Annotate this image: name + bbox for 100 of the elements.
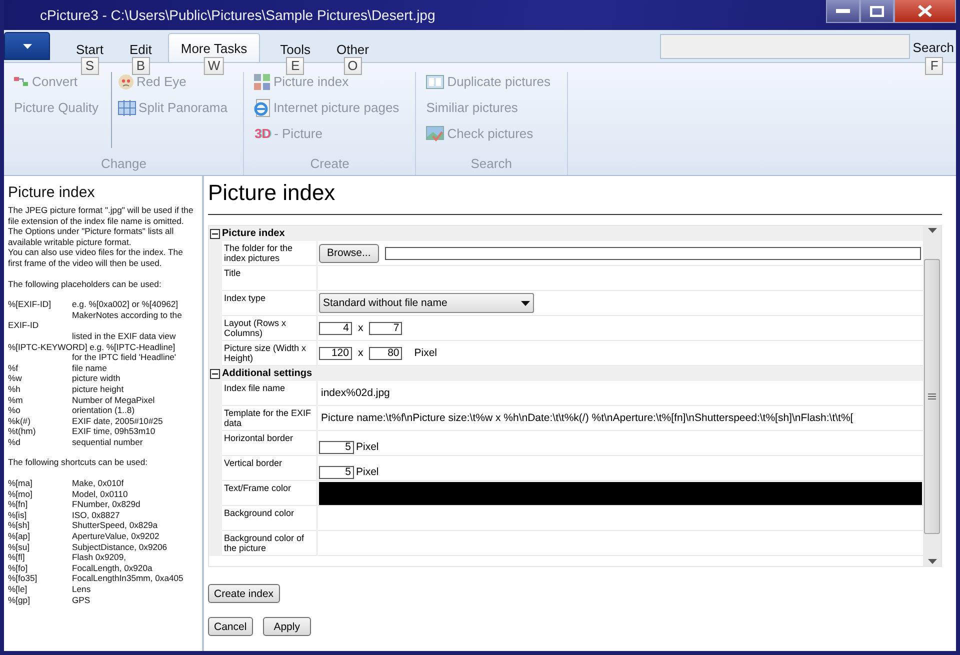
property-label: The folder for the index pictures (222, 241, 318, 266)
placeholder-description: file name (72, 362, 108, 374)
placeholder-code: %f (8, 362, 20, 374)
help-text: EXIF-ID (8, 320, 40, 331)
search-button[interactable]: Search (912, 34, 956, 55)
placeholder-description: orientation (1..8) (72, 405, 136, 416)
property-label: Layout (Rows x Columns) (222, 316, 318, 341)
placeholder-code: %[fo] (8, 562, 29, 574)
unit-label: Pixel (356, 466, 379, 478)
placeholder-description: ApertureValue, 0x9202 (72, 531, 160, 542)
placeholder-description: ShutterSpeed, 0x829a (72, 520, 159, 532)
keytip: W (204, 57, 224, 75)
keytip: B (132, 57, 150, 75)
maximize-button[interactable] (860, 0, 894, 23)
grip-icon (928, 392, 936, 400)
scroll-thumb[interactable] (924, 258, 940, 534)
folder-field[interactable] (384, 246, 921, 260)
property-label: Index file name (222, 381, 318, 406)
placeholder-description: picture width (72, 373, 122, 384)
placeholder-description: Flash 0x9209, (72, 552, 127, 563)
help-text: The following placeholders can be used: (8, 278, 162, 290)
number-field[interactable]: 5 (319, 466, 354, 478)
placeholder-code: %t(hm) (8, 426, 37, 437)
scrollbar[interactable] (923, 226, 941, 566)
placeholder-description: FNumber, 0x829d (72, 499, 142, 510)
page-title: Picture index (208, 176, 942, 215)
placeholder-description: picture height (72, 384, 125, 394)
tiles-icon (254, 74, 270, 90)
image-check-icon (426, 126, 444, 142)
keytip: S (80, 57, 99, 75)
duplicate-icon (426, 74, 444, 88)
collapse-toggle[interactable] (210, 368, 220, 378)
help-text: The following shortcuts can be used: (8, 457, 148, 468)
collapse-toggle[interactable] (210, 228, 220, 238)
property-label: Vertical border (222, 456, 318, 481)
help-text: You can also use video files for the index. The first frame of the video will then be used. (8, 247, 184, 269)
placeholder-description: Make, 0x010f (72, 478, 125, 489)
number-field[interactable]: 5 (319, 440, 354, 454)
placeholder-code: %h (8, 384, 22, 394)
property-label: Horizontal border (222, 431, 318, 456)
group-label: Create (309, 156, 350, 171)
property-label: Background color of the picture (222, 531, 318, 556)
group-label: Search (470, 156, 513, 171)
close-button[interactable] (894, 0, 956, 23)
apply-button[interactable]: Apply (262, 617, 311, 636)
property-label: Picture size (Width x Height) (222, 341, 318, 366)
placeholder-code: %[ap] (8, 531, 31, 542)
times-label: x (358, 347, 364, 359)
property-label: Index type (222, 291, 318, 316)
window-title: cPicture3 - C:\Users\Public\Pictures\Sample Pictures\Desert.jpg (40, 7, 436, 23)
app-menu-button[interactable] (4, 32, 50, 60)
keytip: F (925, 57, 944, 75)
placeholder-code: %[fn] (8, 499, 29, 510)
help-text: for the IPTC field 'Headline' (71, 352, 178, 363)
placeholder-code: %[fo35] (8, 573, 38, 584)
value-cell[interactable] (318, 531, 923, 556)
placeholder-code: %[fl] (8, 552, 26, 563)
browse-button[interactable]: Browse... (319, 244, 379, 262)
number-field[interactable]: 4 (319, 322, 352, 334)
number-field[interactable]: 120 (319, 346, 352, 360)
scroll-down-icon (928, 559, 936, 564)
value-cell[interactable] (318, 266, 923, 291)
placeholder-description: Lens (72, 584, 92, 595)
placeholder-description: EXIF time, 09h53m10 (72, 426, 156, 437)
ribbon-tab[interactable]: More Tasks (168, 33, 260, 62)
value-text[interactable]: index%02d.jpg (321, 387, 390, 399)
placeholder-code: %d (8, 436, 22, 448)
placeholder-description: FocalLength, 0x920a (72, 562, 154, 574)
placeholder-description: sequential number (72, 436, 144, 448)
scroll-up-icon (928, 228, 936, 233)
placeholder-description: FocalLengthIn35mm, 0xa405 (72, 573, 184, 584)
value-cell[interactable] (318, 506, 923, 531)
placeholder-description: ISO, 0x8827 (72, 510, 121, 520)
caret-icon (22, 44, 32, 48)
help-text: %[IPTC-KEYWORD] e.g. %[IPTC-Headline] (8, 342, 176, 352)
group-label: Change (100, 156, 148, 171)
help-text: listed in the EXIF data view (71, 330, 177, 342)
placeholder-description: e.g. %[0xa002] or %[40962] (72, 299, 180, 310)
placeholder-description: Number of MegaPixel (72, 394, 156, 406)
color-swatch[interactable] (319, 482, 922, 504)
number-field[interactable]: 7 (369, 322, 402, 334)
property-label: Template for the EXIF data (222, 406, 318, 431)
close-icon (918, 5, 932, 17)
index-type-dropdown[interactable]: Standard without file name (319, 293, 534, 313)
placeholder-code: %[le] (8, 584, 28, 595)
property-label: Text/Frame color (222, 481, 318, 506)
property-label: Background color (222, 506, 318, 531)
placeholder-description: EXIF date, 2005#10#25 (72, 416, 164, 426)
caret-icon (521, 300, 530, 306)
cancel-button[interactable]: Cancel (208, 617, 253, 636)
placeholder-code: %m (8, 394, 24, 406)
minimize-button[interactable] (826, 0, 860, 23)
search-field[interactable] (660, 34, 910, 59)
unit-label: Pixel (414, 347, 438, 359)
create-index-button[interactable]: Create index (208, 584, 280, 603)
placeholder-code: %[gp] (8, 594, 31, 606)
number-field[interactable]: 80 (369, 346, 402, 360)
property-label: Title (222, 266, 318, 291)
keytip: E (286, 57, 304, 75)
placeholder-code: %[su] (8, 542, 30, 552)
